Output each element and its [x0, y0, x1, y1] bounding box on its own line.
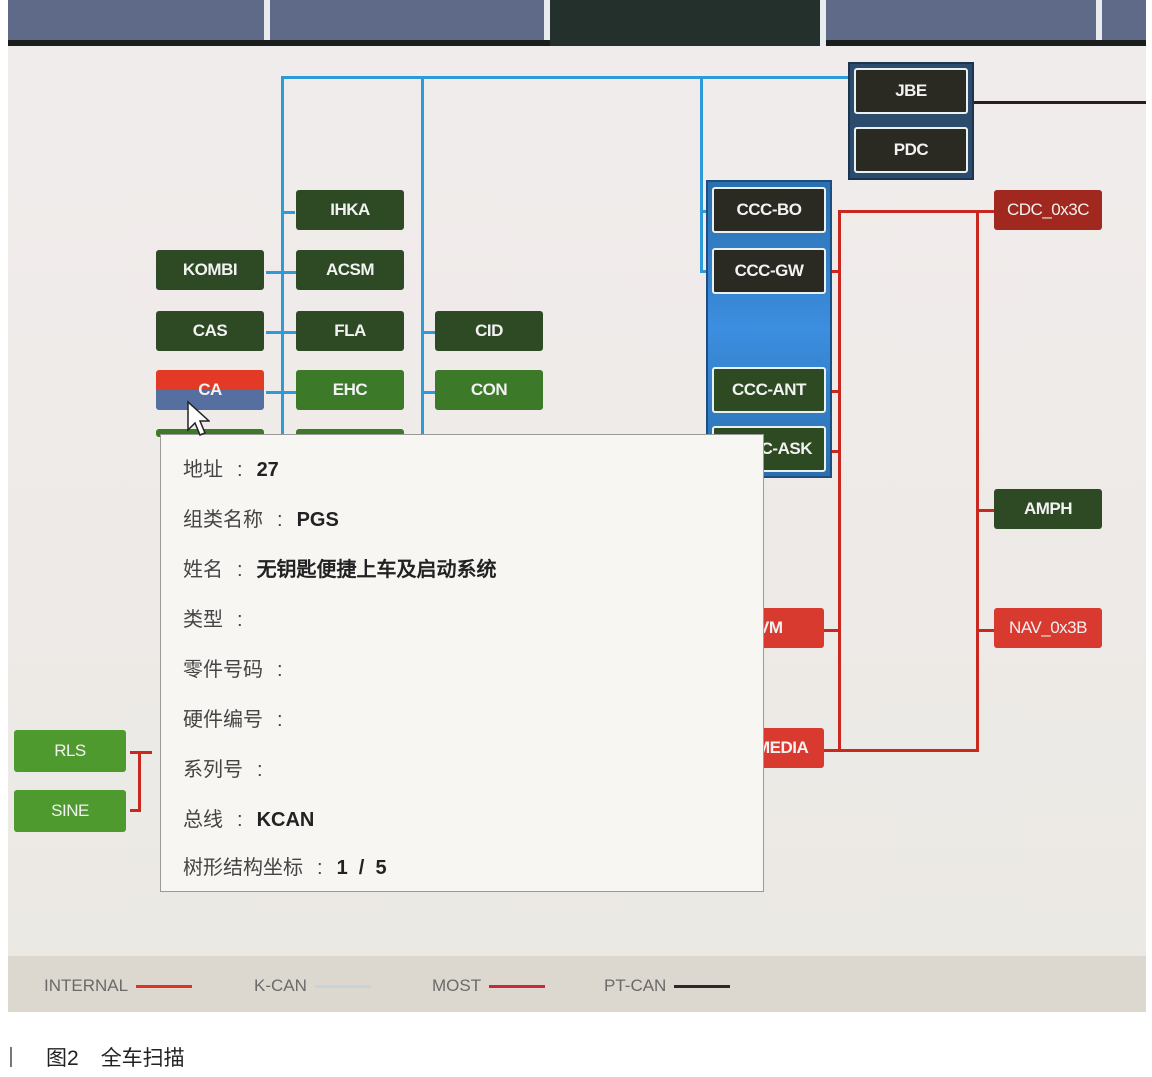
module-sine[interactable]: SINE — [14, 790, 126, 832]
tree-coord-value: 1 / 5 — [336, 857, 387, 879]
module-ca[interactable]: CA — [156, 370, 264, 410]
mouse-cursor-icon — [187, 400, 210, 436]
module-nav[interactable]: NAV_0x3B — [994, 608, 1102, 648]
tree-coord-label: 树形结构坐标 — [183, 857, 303, 879]
tab-1[interactable] — [8, 0, 270, 40]
figure-number: 图2 — [46, 1047, 79, 1070]
module-ehc[interactable]: EHC — [296, 370, 404, 410]
legend-item-kcan: K-CAN — [254, 976, 371, 996]
serial-number-label: 系列号 — [183, 759, 243, 781]
module-ccc-gw[interactable]: CCC-GW — [712, 248, 826, 294]
name-label: 姓名 — [183, 559, 223, 581]
module-ccc-ant[interactable]: CCC-ANT — [712, 367, 826, 413]
module-media[interactable]: MEDIA — [754, 728, 824, 768]
legend-label: INTERNAL — [44, 976, 129, 995]
separator: : — [277, 509, 283, 531]
legend-swatch — [674, 984, 731, 988]
tooltip-serial-row: 系列号: — [183, 753, 277, 782]
kcan-line — [281, 76, 284, 436]
legend-label: MOST — [432, 976, 482, 995]
tooltip-type-row: 类型: — [183, 603, 257, 632]
kcan-line — [421, 76, 424, 436]
group-name-label: 组类名称 — [183, 509, 263, 531]
internal-line — [130, 809, 141, 812]
tooltip-bus-row: 总线: KCAN — [183, 803, 314, 832]
kcan-line — [266, 331, 296, 334]
module-con[interactable]: CON — [435, 370, 543, 410]
figure-caption: 图2 全车扫描 — [10, 1042, 185, 1072]
tooltip-tree-row: 树形结构坐标:1 / 5 — [183, 851, 387, 880]
most-line — [822, 629, 840, 632]
separator: : — [317, 857, 323, 879]
legend-swatch — [489, 984, 546, 988]
most-line — [976, 210, 979, 750]
tab-4[interactable] — [826, 0, 1102, 40]
group-name-value: PGS — [296, 509, 339, 531]
module-ccc-bo[interactable]: CCC-BO — [712, 187, 826, 233]
most-line — [976, 509, 994, 512]
module-fla[interactable]: FLA — [296, 311, 404, 351]
module-cdc[interactable]: CDC_0x3C — [994, 190, 1102, 230]
bus-label: 总线 — [183, 809, 223, 831]
module-cas[interactable]: CAS — [156, 311, 264, 351]
most-line — [838, 210, 841, 750]
module-amph[interactable]: AMPH — [994, 489, 1102, 529]
kcan-line — [421, 391, 435, 394]
address-label: 地址 — [183, 459, 223, 481]
tooltip-address-row: 地址:27 — [183, 453, 279, 482]
legend-item-ptcan: PT-CAN — [604, 976, 731, 996]
bus-value: KCAN — [256, 809, 315, 831]
module-rls[interactable]: RLS — [14, 730, 126, 772]
kcan-line — [421, 331, 435, 334]
separator: : — [237, 609, 243, 631]
legend-swatch — [136, 984, 193, 988]
module-pdc[interactable]: PDC — [854, 127, 968, 173]
tooltip-group-row: 组类名称: PGS — [183, 503, 339, 532]
kcan-line — [700, 76, 703, 272]
legend-item-internal: INTERNAL — [44, 976, 193, 996]
most-line — [822, 749, 979, 752]
name-value: 无钥匙便捷上车及启动系统 — [256, 559, 497, 581]
part-number-label: 零件号码 — [183, 659, 263, 681]
figure-title: 全车扫描 — [100, 1047, 185, 1070]
kcan-line — [266, 271, 296, 274]
module-ihka[interactable]: IHKA — [296, 190, 404, 230]
separator: : — [237, 559, 243, 581]
tooltip-part-row: 零件号码: — [183, 653, 297, 682]
kcan-line — [281, 76, 849, 79]
most-line — [838, 210, 994, 213]
caption-marker — [10, 1047, 12, 1067]
separator: : — [277, 659, 283, 681]
module-cid[interactable]: CID — [435, 311, 543, 351]
separator: : — [257, 759, 263, 781]
module-acsm[interactable]: ACSM — [296, 250, 404, 290]
kcan-line — [281, 211, 295, 214]
module-info-tooltip: 地址:27 组类名称: PGS 姓名: 无钥匙便捷上车及启动系统 类型: 零件号码:… — [160, 434, 764, 892]
internal-line — [130, 751, 152, 754]
tooltip-name-row: 姓名: 无钥匙便捷上车及启动系统 — [183, 553, 497, 582]
diagnostic-screen: JBE PDC CCC-BO CCC-GW CCC-ANT C-ASK IHKA… — [8, 0, 1146, 1012]
kcan-line — [266, 391, 296, 394]
separator: : — [237, 459, 243, 481]
tab-3-active[interactable] — [550, 0, 826, 46]
separator: : — [237, 809, 243, 831]
legend-label: K-CAN — [254, 976, 307, 995]
legend-item-most: MOST — [432, 976, 546, 996]
module-vm[interactable]: VM — [754, 608, 824, 648]
separator: : — [277, 709, 283, 731]
legend-label: PT-CAN — [604, 976, 667, 995]
address-value: 27 — [256, 459, 279, 481]
internal-line — [138, 751, 141, 811]
most-line — [976, 629, 994, 632]
tab-5[interactable] — [1102, 0, 1146, 40]
ptcan-line — [970, 101, 1146, 104]
hardware-number-label: 硬件编号 — [183, 709, 263, 731]
module-kombi[interactable]: KOMBI — [156, 250, 264, 290]
tooltip-hardware-row: 硬件编号: — [183, 703, 297, 732]
tab-bar — [8, 0, 1146, 46]
module-jbe[interactable]: JBE — [854, 68, 968, 114]
type-label: 类型 — [183, 609, 223, 631]
tab-2[interactable] — [270, 0, 550, 40]
legend-swatch — [314, 984, 371, 988]
